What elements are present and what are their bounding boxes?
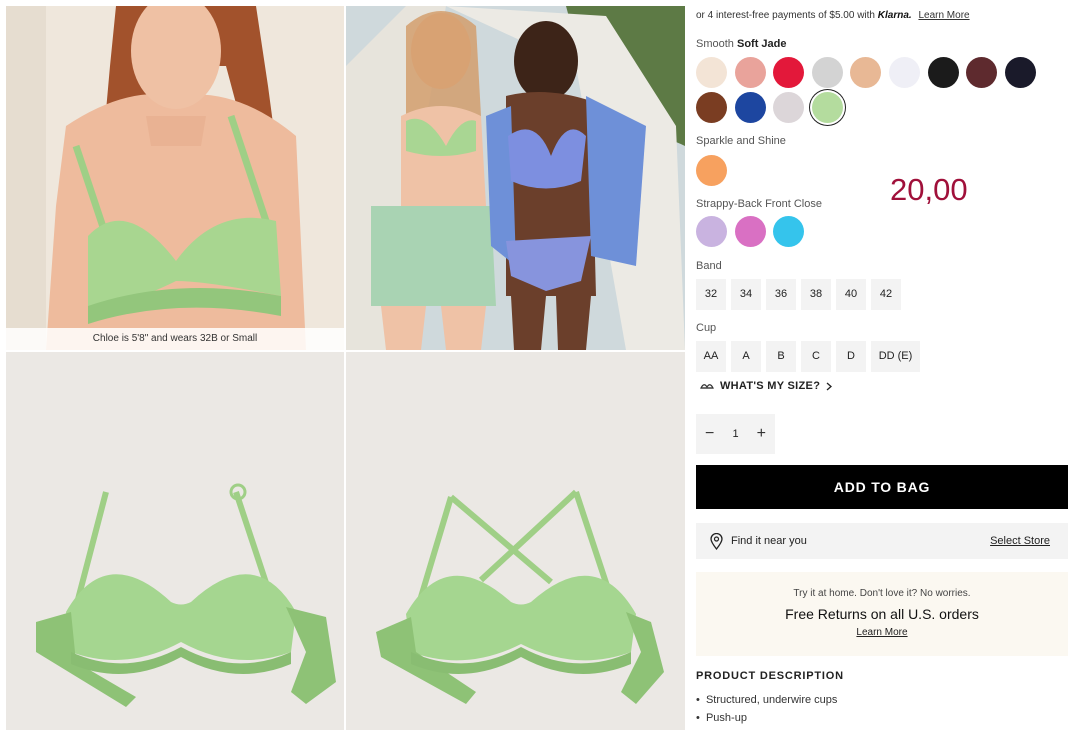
product-photo-model-front[interactable]: Chloe is 5'8" and wears 32B or Small xyxy=(6,6,344,350)
description-bullet: • Push-up xyxy=(696,712,747,724)
color-swatch[interactable] xyxy=(734,57,766,88)
quantity-value[interactable]: 1 xyxy=(732,428,738,440)
quantity-stepper: − 1 + xyxy=(696,414,775,454)
bra-size-icon xyxy=(700,384,714,389)
select-store-link[interactable]: Select Store xyxy=(990,535,1050,547)
color-swatch[interactable] xyxy=(811,92,843,123)
klarna-payments: or 4 interest-free payments of $5.00 wit… xyxy=(696,10,970,21)
returns-headline: Free Returns on all U.S. orders xyxy=(785,606,979,622)
band-option[interactable]: 34 xyxy=(731,279,761,310)
description-bullet-text: Push-up xyxy=(705,712,747,724)
whats-my-size-link[interactable]: WHAT'S MY SIZE? xyxy=(700,380,833,392)
quantity-increase-button[interactable]: + xyxy=(757,425,766,443)
color-swatch[interactable] xyxy=(773,92,805,123)
product-photo-front-flat[interactable] xyxy=(6,352,344,730)
band-label: Band xyxy=(696,260,722,272)
free-returns-banner: Try it at home. Don't love it? No worrie… xyxy=(696,572,1068,656)
klarna-text: or 4 interest-free payments of $5.00 wit… xyxy=(696,10,875,21)
returns-tagline: Try it at home. Don't love it? No worrie… xyxy=(793,588,971,599)
product-description-heading: PRODUCT DESCRIPTION xyxy=(696,670,844,682)
returns-learn-more-link[interactable]: Learn More xyxy=(696,627,1068,638)
cup-option[interactable]: AA xyxy=(696,341,726,372)
cup-option[interactable]: DD (E) xyxy=(871,341,920,372)
color-swatch[interactable] xyxy=(773,57,805,88)
band-option[interactable]: 36 xyxy=(766,279,796,310)
add-to-bag-button[interactable]: ADD TO BAG xyxy=(696,465,1068,509)
product-gallery: Chloe is 5'8" and wears 32B or Small xyxy=(0,0,690,730)
lifestyle-illustration xyxy=(346,6,685,350)
quantity-decrease-button[interactable]: − xyxy=(705,425,714,443)
color-swatch[interactable] xyxy=(696,216,727,247)
strappy-label: Strappy-Back Front Close xyxy=(696,198,822,210)
klarna-logo: Klarna. xyxy=(877,10,912,21)
chevron-right-icon xyxy=(826,382,833,390)
color-swatch[interactable] xyxy=(889,57,920,88)
klarna-learn-more-link[interactable]: Learn More xyxy=(918,10,969,21)
color-group-label: Smooth Soft Jade xyxy=(696,38,787,50)
price-overlay: 20,00 xyxy=(890,172,968,207)
color-swatch[interactable] xyxy=(696,155,727,186)
bra-back-illustration xyxy=(346,352,685,730)
cup-option[interactable]: C xyxy=(801,341,831,372)
model-front-illustration xyxy=(6,6,344,350)
selected-color-name: Soft Jade xyxy=(736,38,787,50)
color-swatch[interactable] xyxy=(850,57,882,88)
color-swatch[interactable] xyxy=(696,92,727,123)
color-swatch[interactable] xyxy=(966,57,998,88)
color-swatch[interactable] xyxy=(773,216,805,247)
description-bullet: • Structured, underwire cups xyxy=(696,694,838,706)
product-photo-back-flat[interactable] xyxy=(346,352,685,730)
product-details-panel: or 4 interest-free payments of $5.00 wit… xyxy=(696,0,1068,730)
color-swatch[interactable] xyxy=(734,92,766,123)
color-swatch[interactable] xyxy=(734,216,766,247)
cup-option[interactable]: D xyxy=(836,341,866,372)
bra-front-illustration xyxy=(6,352,344,730)
color-group-smooth: Smooth xyxy=(696,38,734,50)
band-option[interactable]: 40 xyxy=(836,279,866,310)
cup-label: Cup xyxy=(696,322,717,334)
color-swatch[interactable] xyxy=(927,57,959,88)
find-in-store-bar: Find it near you Select Store xyxy=(696,523,1068,559)
whats-my-size-label: WHAT'S MY SIZE? xyxy=(720,380,821,392)
color-swatch[interactable] xyxy=(811,57,843,88)
find-near-you-text: Find it near you xyxy=(731,535,807,547)
cup-option[interactable]: B xyxy=(766,341,796,372)
band-option[interactable]: 38 xyxy=(801,279,831,310)
band-option[interactable]: 42 xyxy=(871,279,901,310)
color-swatch[interactable] xyxy=(696,57,727,88)
sparkle-label: Sparkle and Shine xyxy=(696,135,786,147)
model-caption: Chloe is 5'8" and wears 32B or Small xyxy=(6,328,344,350)
product-photo-lifestyle[interactable] xyxy=(346,6,685,350)
location-pin-icon xyxy=(710,532,723,550)
color-swatch[interactable] xyxy=(1004,57,1036,88)
cup-option[interactable]: A xyxy=(731,341,761,372)
band-option[interactable]: 32 xyxy=(696,279,726,310)
description-bullet-text: Structured, underwire cups xyxy=(705,694,838,706)
